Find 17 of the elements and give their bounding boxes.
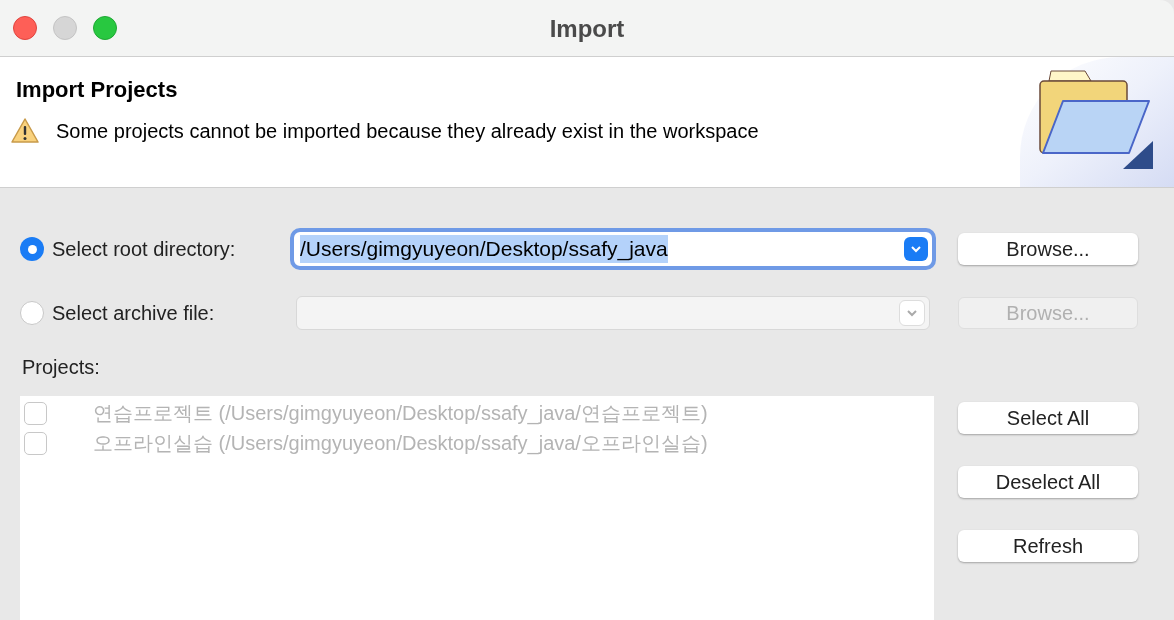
action-button[interactable]: Deselect All xyxy=(958,466,1138,498)
radio-label[interactable]: Select root directory: xyxy=(52,234,290,264)
page-title: Import Projects xyxy=(16,76,179,104)
warning-message: Some projects cannot be imported because they already exist in the workspace xyxy=(56,119,759,144)
action-button[interactable]: Refresh xyxy=(958,530,1138,562)
projects-label: Projects: xyxy=(22,355,101,380)
warning-icon xyxy=(10,116,40,146)
minimize-button[interactable] xyxy=(53,16,77,40)
window-title: Import xyxy=(549,13,625,44)
caret-icon[interactable] xyxy=(904,237,928,261)
path-combo-box[interactable]: /Users/gimgyuyeon/Desktop/ssafy_java xyxy=(290,228,936,270)
radio-button[interactable] xyxy=(20,237,44,261)
zoom-button[interactable] xyxy=(93,16,117,40)
close-button[interactable] xyxy=(13,16,37,40)
action-button[interactable]: Select All xyxy=(958,402,1138,434)
browse-button[interactable]: Browse... xyxy=(958,233,1138,265)
folder-icon xyxy=(1039,69,1155,171)
